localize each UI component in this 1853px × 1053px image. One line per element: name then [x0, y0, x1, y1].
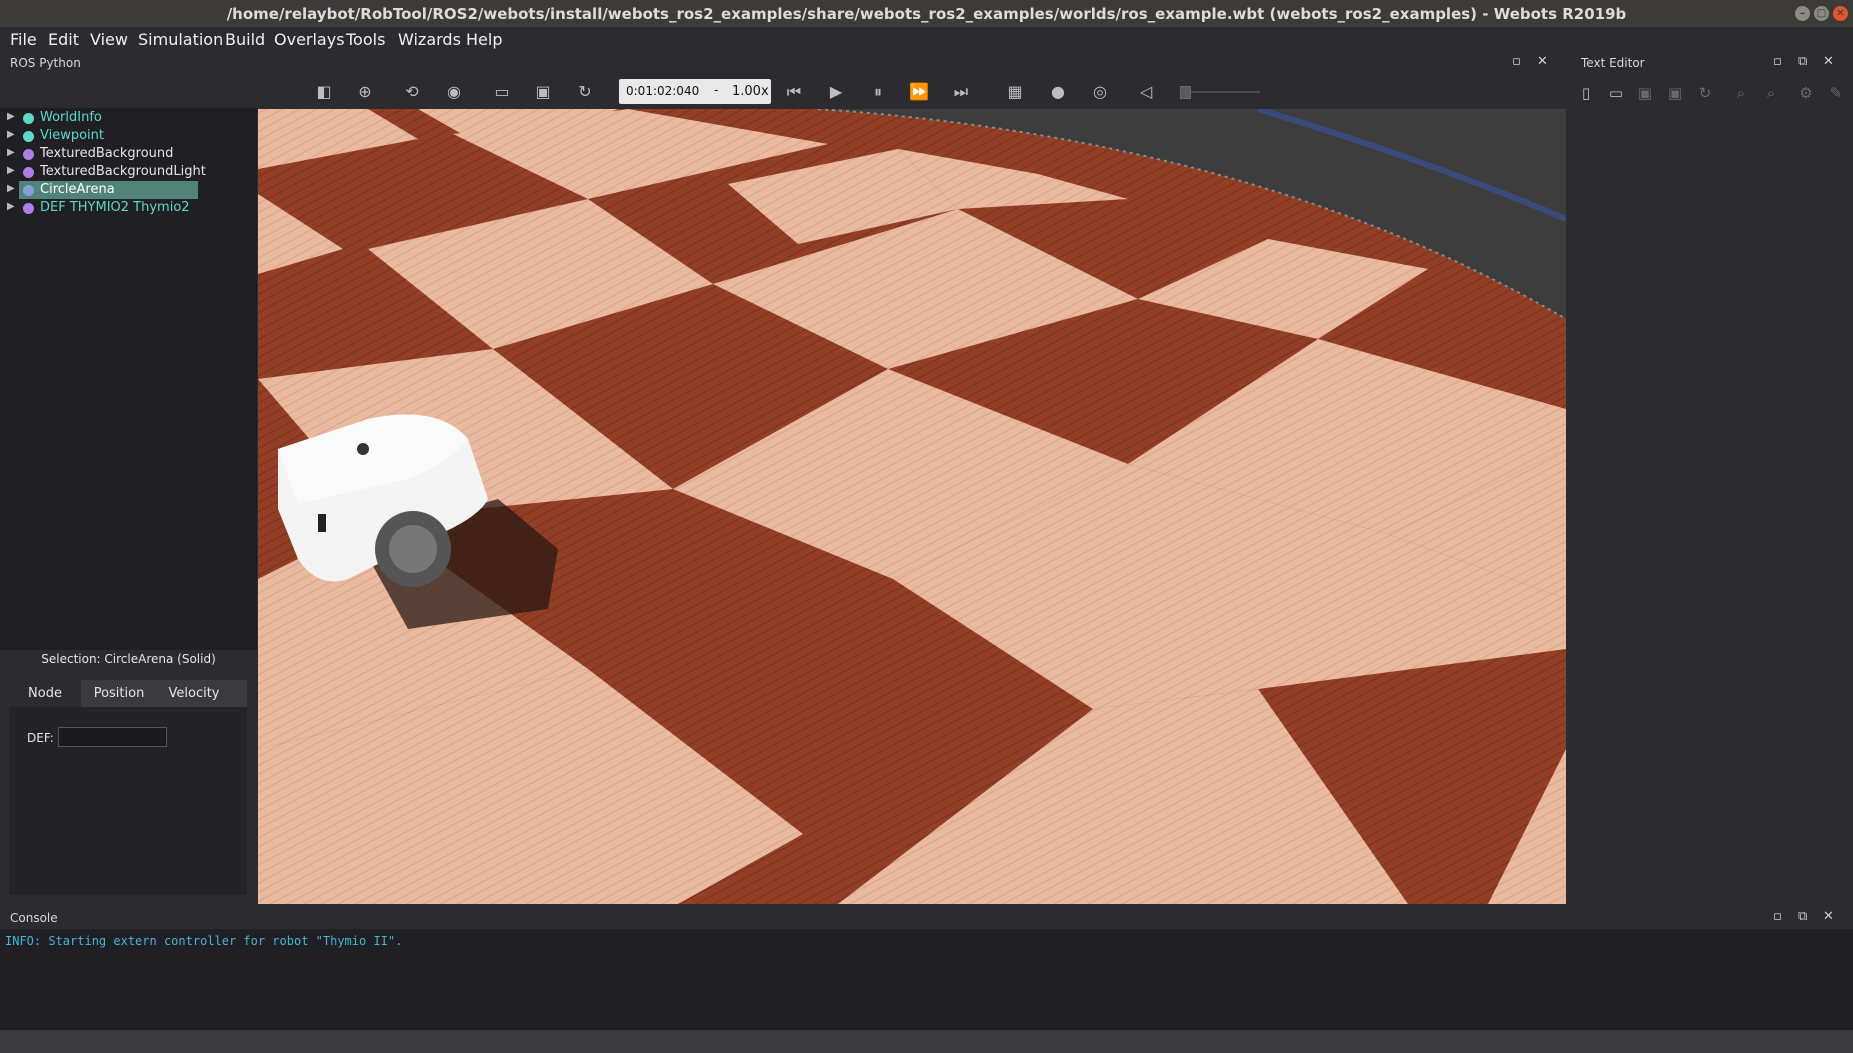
menu-view[interactable]: View — [90, 30, 128, 49]
text-editor-title: Text Editor — [1581, 56, 1645, 70]
record-movie-icon[interactable]: ▦ — [1003, 80, 1027, 104]
fast-forward-icon[interactable]: ⏭ — [949, 80, 973, 104]
close-icon: ✕ — [1836, 8, 1845, 19]
save-as-icon: ▣ — [1667, 84, 1683, 102]
volume-slider-handle[interactable] — [1180, 86, 1191, 99]
status-bar — [0, 1030, 1853, 1053]
node-dot-icon — [23, 167, 34, 178]
def-label: DEF: — [27, 731, 54, 745]
menu-simulation[interactable]: Simulation — [138, 30, 223, 49]
open-file-icon[interactable]: ▭ — [1605, 82, 1627, 104]
tree-item-worldinfo[interactable]: ▶ WorldInfo — [0, 110, 257, 128]
console-line: INFO: Starting extern controller for rob… — [5, 934, 403, 948]
tree-item-label: TexturedBackground — [40, 146, 174, 161]
expand-arrow-icon[interactable]: ▶ — [7, 165, 15, 176]
float-panel-icon[interactable]: ▫ — [1773, 54, 1782, 69]
menu-edit[interactable]: Edit — [48, 30, 79, 49]
menu-overlays[interactable]: Overlays — [274, 30, 345, 49]
build-icon: ⚙ — [1799, 84, 1813, 102]
toggle-scene-tree-icon[interactable]: ◧ — [312, 80, 336, 104]
console-header — [0, 905, 1853, 929]
undock-panel-icon[interactable]: ⧉ — [1798, 909, 1807, 924]
float-panel-icon[interactable]: ▫ — [1773, 909, 1782, 924]
tree-item-thymio2[interactable]: ▶ DEF THYMIO2 Thymio2 — [0, 200, 257, 218]
close-panel-icon[interactable]: ✕ — [1823, 909, 1834, 924]
open-world-icon[interactable]: ▭ — [490, 80, 514, 104]
record-animation-icon[interactable]: ● — [1046, 80, 1070, 104]
new-file-icon[interactable]: ▯ — [1575, 82, 1597, 104]
reset-simulation-icon[interactable]: ⏮ — [782, 80, 806, 104]
tree-item-label: CircleArena — [40, 182, 115, 197]
minimize-icon: – — [1800, 8, 1805, 19]
menu-tools[interactable]: Tools — [346, 30, 385, 49]
tree-item-label: WorldInfo — [40, 110, 102, 125]
3d-viewport[interactable] — [258, 109, 1566, 904]
node-dot-icon — [23, 113, 34, 124]
reset-viewpoint-icon[interactable]: ⟲ — [400, 80, 424, 104]
screenshot-icon[interactable]: ◎ — [1088, 80, 1112, 104]
tree-item-label: TexturedBackgroundLight — [40, 164, 206, 179]
find-icon: ⌕ — [1736, 84, 1746, 102]
volume-slider-track[interactable] — [1182, 91, 1260, 93]
console-title: Console — [10, 911, 58, 925]
expand-arrow-icon[interactable]: ▶ — [7, 201, 15, 212]
tree-item-circlearena[interactable]: ▶ CircleArena — [0, 182, 257, 200]
revert-icon: ↻ — [1698, 84, 1712, 102]
step-icon[interactable]: ▶ — [824, 80, 848, 104]
tree-item-texturedbackgroundlight[interactable]: ▶ TexturedBackgroundLight — [0, 164, 257, 182]
reload-world-icon[interactable]: ↻ — [573, 80, 597, 104]
close-window-button[interactable]: ✕ — [1833, 6, 1848, 21]
simulation-speed: 1.00x — [732, 84, 769, 99]
visibility-eye-icon[interactable]: ◉ — [442, 80, 466, 104]
undock-panel-icon[interactable]: ⧉ — [1798, 54, 1807, 69]
text-editor-panel — [1576, 52, 1853, 905]
menu-help[interactable]: Help — [466, 30, 502, 49]
node-dot-icon — [23, 185, 34, 196]
tab-velocity[interactable]: Velocity — [156, 680, 232, 707]
mute-icon[interactable]: ◁ — [1134, 80, 1158, 104]
run-realtime-icon[interactable]: ⏩ — [907, 80, 931, 104]
maximize-icon: □ — [1816, 8, 1827, 19]
tab-node[interactable]: Node — [9, 680, 81, 707]
node-dot-icon — [23, 203, 34, 214]
pause-icon[interactable]: ⏸ — [866, 80, 890, 104]
expand-arrow-icon[interactable]: ▶ — [7, 129, 15, 140]
close-panel-icon[interactable]: ✕ — [1537, 54, 1548, 69]
save-world-icon[interactable]: ▣ — [531, 80, 555, 104]
tab-position[interactable]: Position — [82, 680, 156, 707]
ros-panel-title: ROS Python — [10, 56, 81, 70]
minimize-button[interactable]: – — [1795, 6, 1810, 21]
menu-file[interactable]: File — [10, 30, 37, 49]
expand-arrow-icon[interactable]: ▶ — [7, 111, 15, 122]
menu-build[interactable]: Build — [225, 30, 265, 49]
time-separator: - — [714, 83, 719, 97]
tree-item-texturedbackground[interactable]: ▶ TexturedBackground — [0, 146, 257, 164]
simulation-time: 0:01:02:040 — [626, 84, 700, 98]
float-panel-icon[interactable]: ▫ — [1512, 54, 1521, 69]
expand-arrow-icon[interactable]: ▶ — [7, 147, 15, 158]
tree-item-viewpoint[interactable]: ▶ Viewpoint — [0, 128, 257, 146]
arena-render — [258, 109, 1566, 904]
def-field[interactable] — [58, 727, 167, 747]
node-dot-icon — [23, 149, 34, 160]
maximize-button[interactable]: □ — [1814, 6, 1829, 21]
node-dot-icon — [23, 131, 34, 142]
tree-item-label: DEF THYMIO2 Thymio2 — [40, 200, 190, 215]
save-file-icon: ▣ — [1637, 84, 1653, 102]
expand-arrow-icon[interactable]: ▶ — [7, 183, 15, 194]
add-node-icon[interactable]: ⊕ — [353, 80, 377, 104]
selection-label: Selection: CircleArena (Solid) — [41, 652, 216, 666]
close-panel-icon[interactable]: ✕ — [1823, 54, 1834, 69]
replace-icon: ⌕ — [1766, 84, 1776, 102]
window-title: /home/relaybot/RobTool/ROS2/webots/insta… — [226, 5, 1627, 23]
clean-icon: ✎ — [1829, 84, 1843, 102]
menu-wizards[interactable]: Wizards — [398, 30, 461, 49]
tree-item-label: Viewpoint — [40, 128, 105, 143]
